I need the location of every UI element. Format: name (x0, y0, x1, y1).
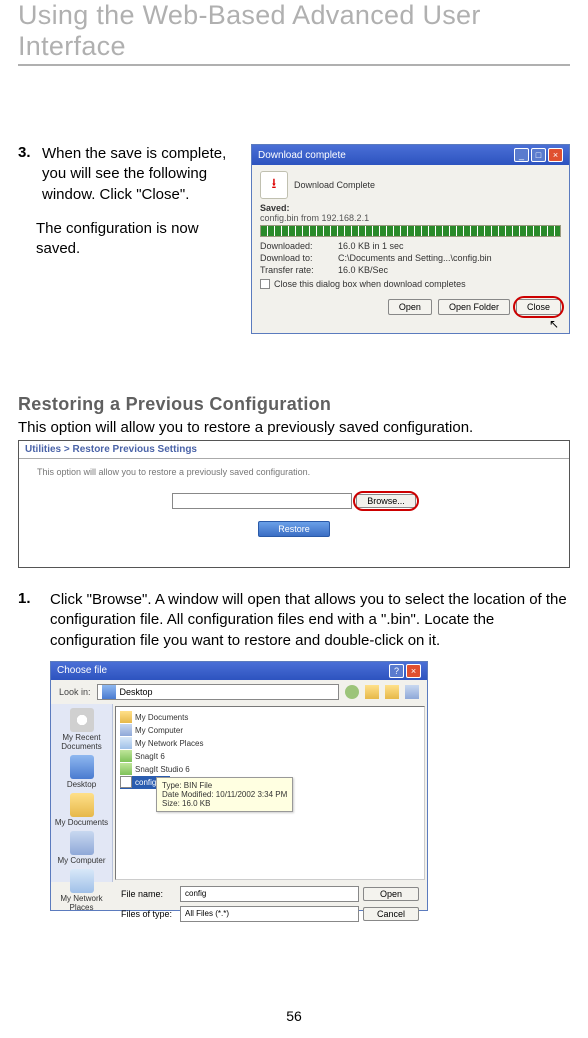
computer-icon (70, 831, 94, 855)
close-icon[interactable]: × (548, 148, 563, 162)
step-1-text: Click "Browse". A window will open that … (50, 590, 570, 651)
transfer-rate-value: 16.0 KB/Sec (338, 265, 561, 275)
lookin-label: Look in: (59, 687, 91, 697)
close-when-done-label: Close this dialog box when download comp… (274, 279, 466, 289)
restore-panel-title: Utilities > Restore Previous Settings (19, 441, 569, 459)
list-item[interactable]: SnagIt Studio 6 (120, 763, 420, 776)
restore-desc: This option will allow you to restore a … (18, 419, 570, 436)
saved-label: Saved: (260, 203, 561, 213)
saved-value: config.bin from 192.168.2.1 (260, 213, 561, 223)
places-sidebar: My Recent Documents Desktop My Documents… (51, 704, 113, 882)
choose-file-title: Choose file (57, 665, 107, 676)
file-tooltip: Type: BIN File Date Modified: 10/11/2002… (156, 777, 293, 812)
new-folder-icon[interactable] (385, 685, 399, 699)
download-complete-title: Download complete (258, 150, 346, 161)
open-folder-button[interactable]: Open Folder (438, 299, 510, 315)
file-list[interactable]: My Documents My Computer My Network Plac… (115, 706, 425, 880)
sidebar-item-desktop[interactable]: Desktop (51, 755, 112, 789)
computer-icon (120, 724, 132, 736)
desktop-icon (102, 685, 116, 699)
sidebar-item-computer[interactable]: My Computer (51, 831, 112, 865)
view-menu-icon[interactable] (405, 685, 419, 699)
transfer-rate-label: Transfer rate: (260, 265, 338, 275)
filename-input[interactable]: config (180, 886, 359, 902)
download-to-value: C:\Documents and Setting...\config.bin (338, 253, 561, 263)
filetype-dropdown[interactable]: All Files (*.*) (180, 906, 359, 922)
restore-file-input[interactable] (172, 493, 352, 509)
app-icon (120, 750, 132, 762)
download-to-label: Download to: (260, 253, 338, 263)
restore-panel-text: This option will allow you to restore a … (19, 459, 569, 485)
file-icon (120, 776, 132, 788)
minimize-icon[interactable]: _ (514, 148, 529, 162)
cursor-icon: ↖ (549, 317, 559, 331)
restore-settings-panel: Utilities > Restore Previous Settings Th… (18, 440, 570, 568)
sidebar-item-network[interactable]: My Network Places (51, 869, 112, 912)
page-number: 56 (0, 1008, 588, 1024)
open-button[interactable]: Open (388, 299, 432, 315)
desktop-icon (70, 755, 94, 779)
back-icon[interactable] (345, 685, 359, 699)
maximize-icon[interactable]: □ (531, 148, 546, 162)
close-icon[interactable]: × (406, 664, 421, 678)
list-item[interactable]: My Computer (120, 724, 420, 737)
step-3-number: 3. (18, 144, 42, 161)
cancel-button[interactable]: Cancel (363, 907, 419, 921)
app-icon (120, 763, 132, 775)
step-1-number: 1. (18, 590, 42, 651)
sidebar-item-documents[interactable]: My Documents (51, 793, 112, 827)
lookin-dropdown[interactable]: Desktop (97, 684, 339, 700)
sidebar-item-recent[interactable]: My Recent Documents (51, 708, 112, 751)
list-item[interactable]: My Network Places (120, 737, 420, 750)
page-title: Using the Web-Based Advanced User Interf… (18, 0, 570, 66)
filetype-label: Files of type: (121, 909, 176, 919)
folder-icon (120, 711, 132, 723)
step-3-text-2: The configuration is now saved. (36, 219, 233, 260)
up-folder-icon[interactable] (365, 685, 379, 699)
lookin-value: Desktop (120, 687, 153, 697)
restore-button[interactable]: Restore (258, 521, 330, 537)
list-item[interactable]: My Documents (120, 711, 420, 724)
documents-icon (70, 793, 94, 817)
progress-bar (260, 225, 561, 237)
network-icon (70, 869, 94, 893)
recent-icon (70, 708, 94, 732)
browse-button[interactable]: Browse... (356, 494, 416, 508)
step-3-text: When the save is complete, you will see … (42, 144, 233, 205)
network-icon (120, 737, 132, 749)
open-button[interactable]: Open (363, 887, 419, 901)
close-button[interactable]: Close (516, 299, 561, 315)
close-when-done-checkbox[interactable] (260, 279, 270, 289)
list-item[interactable]: SnagIt 6 (120, 750, 420, 763)
download-complete-dialog: Download complete _ □ × ⭳ Download Compl… (251, 144, 570, 334)
filename-label: File name: (121, 889, 176, 899)
choose-file-dialog: Choose file ? × Look in: Desktop My Rece… (50, 661, 428, 911)
help-icon[interactable]: ? (389, 664, 404, 678)
downloaded-value: 16.0 KB in 1 sec (338, 241, 561, 251)
restore-heading: Restoring a Previous Configuration (18, 394, 570, 415)
download-icon: ⭳ (260, 171, 288, 199)
download-complete-header: Download Complete (294, 180, 375, 190)
downloaded-label: Downloaded: (260, 241, 338, 251)
